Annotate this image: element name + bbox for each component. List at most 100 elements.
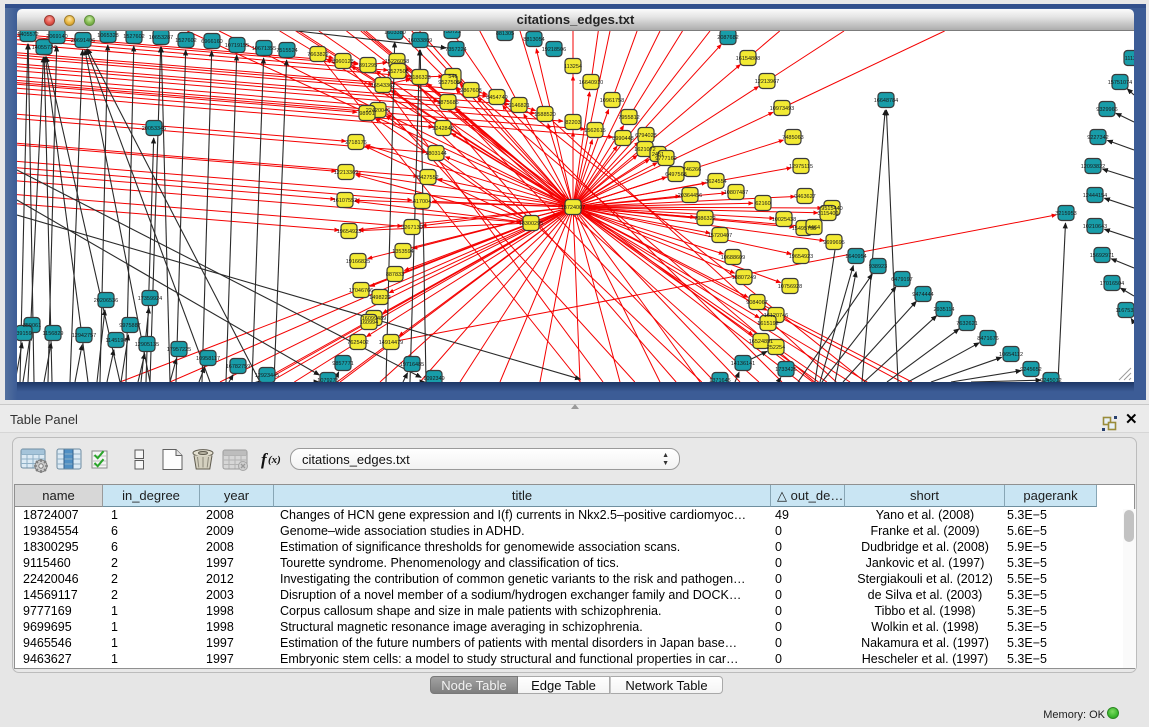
svg-text:4464: 4464 (808, 225, 820, 231)
svg-text:10654112: 10654112 (999, 352, 1023, 358)
svg-text:3624554: 3624554 (705, 179, 726, 185)
svg-text:891295: 891295 (359, 63, 377, 69)
svg-text:9084067: 9084067 (746, 300, 767, 306)
svg-text:15720407: 15720407 (708, 233, 732, 239)
svg-text:19654923: 19654923 (337, 229, 361, 235)
svg-text:19716485: 19716485 (400, 362, 424, 368)
svg-text:2935114: 2935114 (933, 307, 954, 313)
svg-text:735722: 735722 (443, 31, 461, 35)
svg-text:12942757: 12942757 (72, 333, 96, 339)
svg-text:938923: 938923 (869, 264, 887, 270)
svg-text:19218506: 19218506 (542, 47, 566, 53)
svg-text:6479197: 6479197 (891, 277, 912, 283)
svg-text:10807487: 10807487 (724, 190, 748, 196)
svg-text:7515524: 7515524 (276, 48, 297, 54)
svg-text:2087682: 2087682 (717, 35, 738, 41)
svg-text:20206536: 20206536 (94, 298, 118, 304)
svg-text:62160: 62160 (755, 201, 770, 207)
svg-text:12923445: 12923445 (255, 373, 279, 379)
svg-text:1167533: 1167533 (1115, 308, 1134, 314)
svg-text:3875685: 3875685 (437, 100, 458, 106)
svg-text:7632621: 7632621 (956, 321, 977, 327)
svg-text:12905135: 12905135 (135, 342, 159, 348)
svg-text:887833: 887833 (386, 272, 404, 278)
svg-text:7357224: 7357224 (445, 47, 466, 53)
svg-text:1527602: 1527602 (175, 38, 196, 44)
svg-text:8427552: 8427552 (417, 175, 438, 181)
svg-text:20053346: 20053346 (142, 126, 166, 132)
svg-text:(x): (x) (268, 454, 281, 466)
svg-text:1065328: 1065328 (97, 33, 118, 39)
svg-text:3267130: 3267130 (401, 225, 422, 231)
svg-text:881305: 881305 (496, 31, 514, 37)
svg-text:10653287: 10653287 (149, 35, 173, 41)
svg-text:10210643: 10210643 (1083, 224, 1107, 230)
svg-text:10671355: 10671355 (252, 46, 276, 52)
svg-text:9474444: 9474444 (912, 292, 933, 298)
svg-text:1562615: 1562615 (584, 128, 605, 134)
svg-text:2718176: 2718176 (345, 140, 366, 146)
svg-text:39159: 39159 (17, 331, 32, 337)
svg-text:6497568: 6497568 (665, 172, 686, 178)
svg-text:8960123: 8960123 (332, 59, 353, 65)
svg-text:12093822: 12093822 (1081, 164, 1105, 170)
svg-text:16648784: 16648784 (874, 98, 898, 104)
svg-text:859061: 859061 (23, 323, 41, 329)
svg-text:1405572: 1405572 (17, 32, 38, 38)
svg-text:16107552: 16107552 (333, 198, 357, 204)
svg-text:7986322: 7986322 (694, 216, 715, 222)
svg-text:10958117: 10958117 (196, 356, 220, 362)
svg-text:8186323: 8186323 (409, 75, 430, 81)
svg-text:9245652: 9245652 (1020, 367, 1041, 373)
svg-text:17359924: 17359924 (138, 296, 162, 302)
svg-text:1498222: 1498222 (369, 295, 390, 301)
svg-text:1588520: 1588520 (534, 112, 555, 118)
svg-text:10719155: 10719155 (225, 43, 249, 49)
svg-text:10025438: 10025438 (772, 217, 796, 223)
svg-text:18300295: 18300295 (519, 221, 543, 227)
svg-text:9975887: 9975887 (119, 323, 140, 329)
svg-text:9699695: 9699695 (823, 240, 844, 246)
svg-text:16154808: 16154808 (736, 56, 760, 62)
svg-text:14136141: 14136141 (731, 361, 755, 367)
svg-text:12444154: 12444154 (1083, 193, 1107, 199)
svg-text:17016504: 17016504 (1100, 281, 1124, 287)
svg-text:12213369: 12213369 (334, 170, 358, 176)
svg-text:3115400: 3115400 (817, 211, 838, 217)
svg-text:19654923: 19654923 (789, 254, 813, 260)
svg-text:2803144: 2803144 (425, 151, 446, 157)
svg-text:9777169: 9777169 (655, 156, 676, 162)
svg-text:9527508: 9527508 (438, 80, 459, 86)
svg-text:6794028: 6794028 (635, 133, 656, 139)
svg-text:12213967: 12213967 (755, 79, 779, 85)
svg-text:9857771: 9857771 (332, 361, 353, 367)
svg-text:9463627: 9463627 (794, 194, 815, 200)
svg-text:7485063: 7485063 (782, 135, 803, 141)
svg-text:17957225: 17957225 (167, 347, 191, 353)
svg-text:1156829: 1156829 (42, 331, 63, 337)
svg-text:1615192: 1615192 (757, 321, 778, 327)
svg-text:9527506: 9527506 (387, 69, 408, 75)
svg-text:20691406: 20691406 (71, 38, 95, 44)
svg-text:19166825: 19166825 (346, 259, 370, 265)
svg-text:16033809: 16033809 (408, 38, 432, 44)
svg-text:20364456: 20364456 (678, 193, 702, 199)
svg-text:7625402: 7625402 (347, 340, 368, 346)
svg-text:7955812: 7955812 (618, 115, 639, 121)
svg-text:8471676: 8471676 (977, 336, 998, 342)
svg-text:8454749: 8454749 (486, 95, 507, 101)
svg-text:252254: 252254 (767, 345, 785, 351)
svg-text:10756928: 10756928 (778, 284, 802, 290)
svg-text:1527602: 1527602 (123, 34, 144, 40)
svg-text:12975115: 12975115 (789, 164, 813, 170)
svg-text:3215953: 3215953 (1055, 211, 1076, 217)
svg-text:98901: 98901 (359, 111, 374, 117)
svg-text:6966160: 6966160 (201, 39, 222, 45)
svg-text:16543362: 16543362 (371, 83, 395, 89)
svg-text:1145194: 1145194 (105, 338, 126, 344)
svg-text:1733426: 1733426 (775, 367, 796, 373)
svg-text:113254: 113254 (564, 64, 582, 70)
svg-text:14055724: 14055724 (32, 45, 56, 51)
svg-text:10688609: 10688609 (721, 255, 745, 261)
svg-text:10973493: 10973493 (770, 106, 794, 112)
